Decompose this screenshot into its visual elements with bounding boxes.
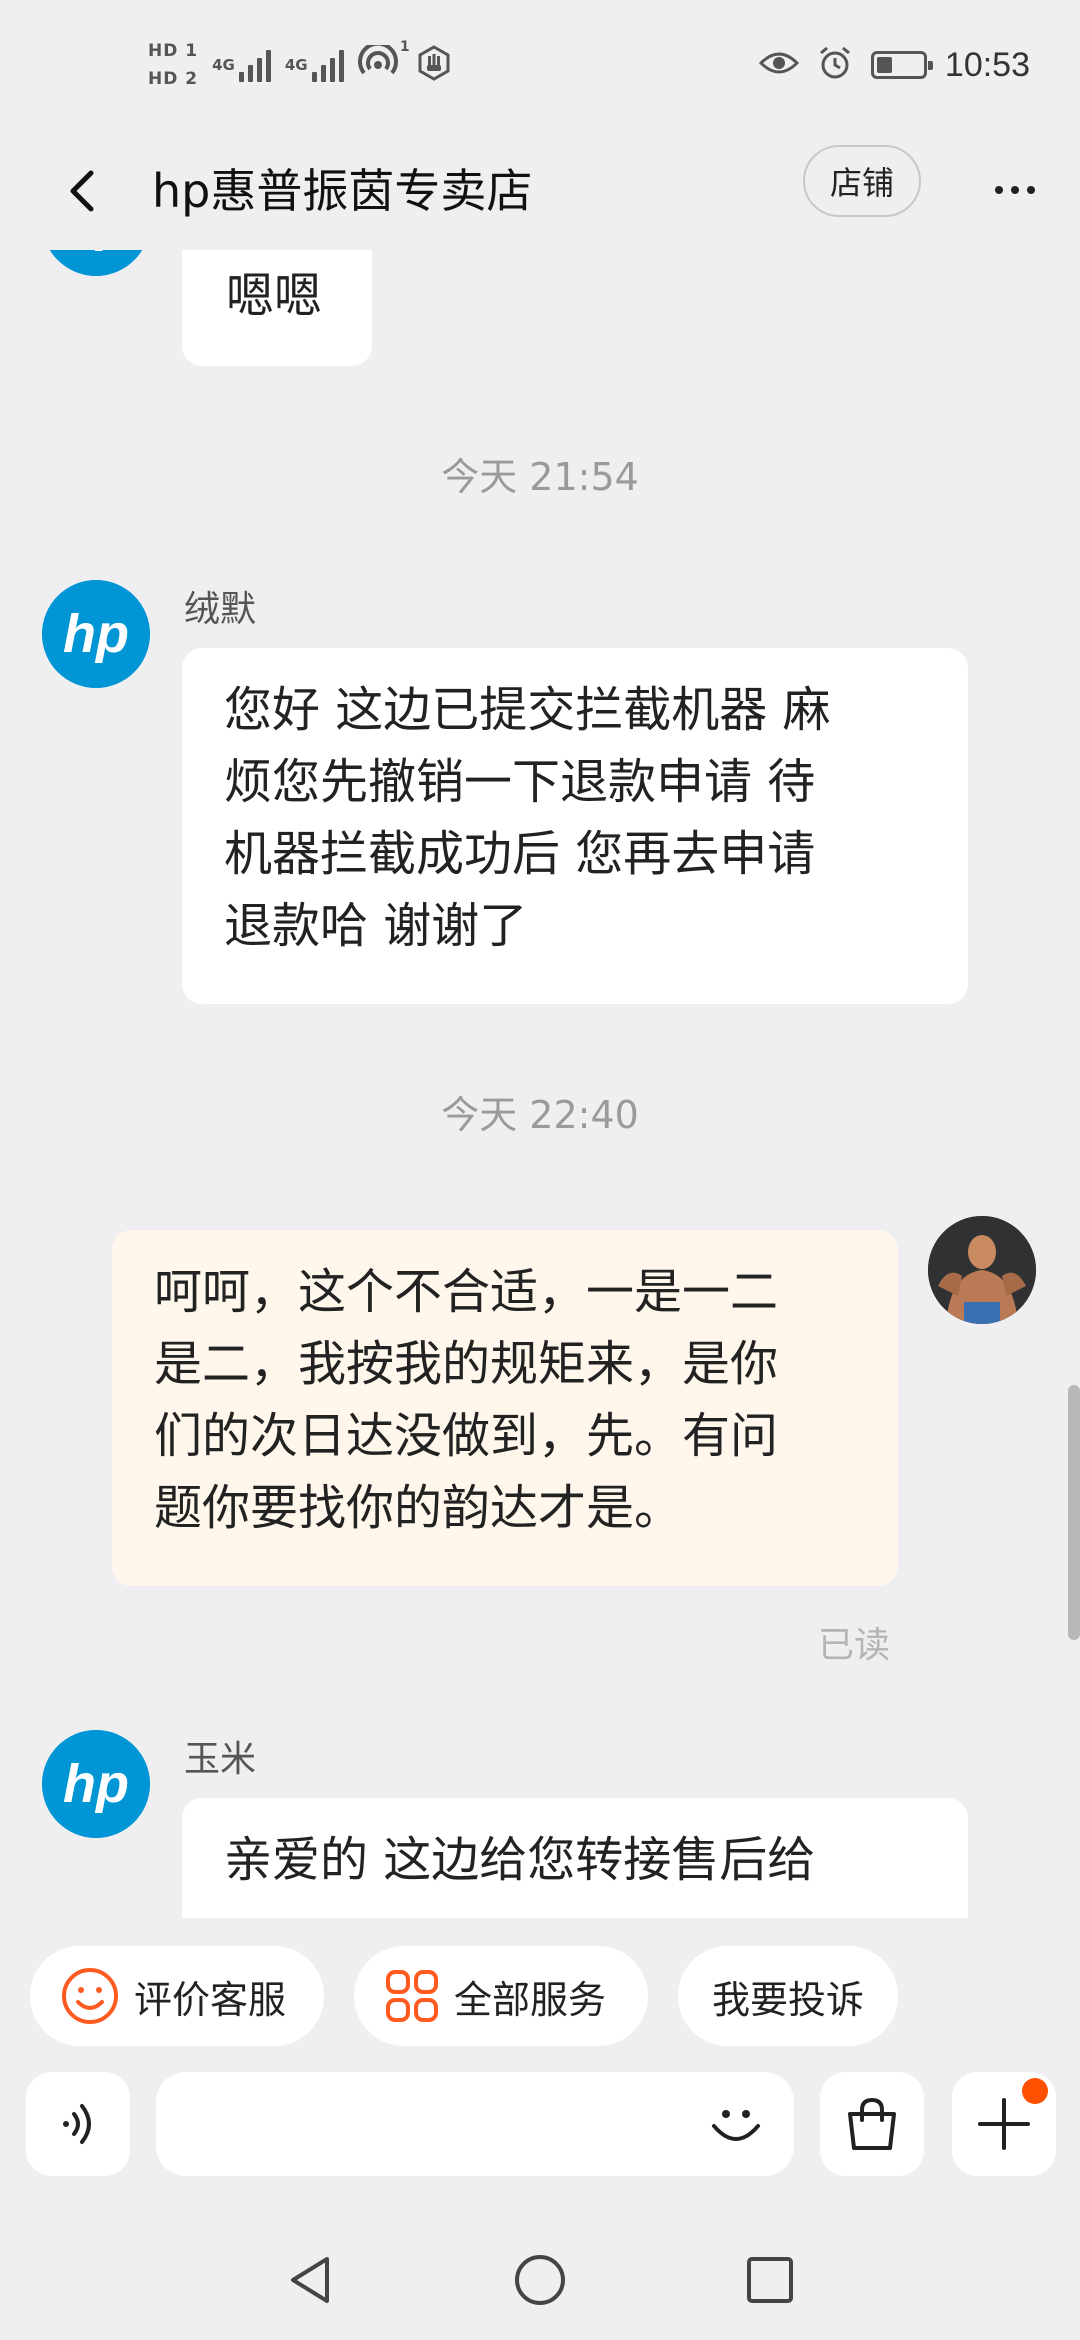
add-button[interactable]: [952, 2072, 1056, 2176]
dot-icon: [1027, 186, 1035, 194]
message-text: 嗯嗯: [226, 268, 323, 324]
chevron-left-icon: [70, 170, 94, 212]
status-time: 10:53: [944, 45, 1030, 84]
hotspot-icon: 1: [357, 39, 410, 85]
status-right-icons: 10:53: [758, 40, 1030, 90]
user-avatar[interactable]: [928, 1216, 1036, 1324]
voice-button[interactable]: [26, 2072, 130, 2176]
smile-icon: [62, 1968, 118, 2024]
hp-logo-avatar[interactable]: hp: [42, 250, 150, 276]
message-line: 亲爱的 这边给您转接售后给: [224, 1832, 816, 1888]
plus-icon: [978, 2098, 1030, 2150]
triangle-back-icon: [291, 2257, 329, 2303]
shopping-bag-button[interactable]: [820, 2072, 924, 2176]
message-input[interactable]: [156, 2072, 794, 2176]
alarm-icon: [817, 45, 853, 85]
quick-action-label: 我要投诉: [711, 1977, 864, 2022]
system-nav-bar: [0, 2220, 1080, 2340]
hp-logo-icon: hp: [42, 580, 150, 688]
eye-comfort-icon: [758, 49, 800, 81]
message-line: 呵呵，这个不合适，一是一二: [154, 1264, 779, 1320]
message-line: 您好 这边已提交拦截机器 麻: [224, 682, 831, 738]
store-button[interactable]: 店铺: [803, 145, 921, 217]
more-options-button[interactable]: [985, 160, 1045, 220]
smile-icon: [712, 2110, 760, 2141]
hd2-indicator: HD 2: [148, 69, 199, 89]
sender-name: 绒默: [184, 589, 257, 630]
message-line: 退款哈 谢谢了: [224, 898, 528, 954]
message-line: 题你要找你的韵达才是。: [154, 1480, 683, 1536]
chat-header: hp惠普振茵专卖店 店铺: [0, 135, 1080, 250]
signal-2-icon: 4G: [285, 48, 344, 82]
scrollbar-thumb[interactable]: [1068, 1385, 1080, 1640]
complaint-button[interactable]: 我要投诉: [678, 1946, 898, 2046]
nav-home-button[interactable]: [510, 2250, 570, 2310]
shopping-bag-icon: [848, 2097, 896, 2150]
hd-indicators: HD 1 HD 2: [148, 40, 198, 90]
square-recents-icon: [747, 2257, 793, 2303]
message-input-bar: [0, 2072, 1080, 2182]
sender-name: 玉米: [184, 1739, 257, 1780]
rate-service-button[interactable]: 评价客服: [30, 1946, 324, 2046]
svg-text:hp: hp: [63, 1754, 129, 1814]
message-line: 机器拦截成功后 您再去申请: [224, 826, 816, 882]
hand-icon: [416, 45, 452, 85]
quick-action-label: 全部服务: [454, 1977, 607, 2022]
status-left-icons: HD 1 HD 2 4G 4G 1: [148, 30, 452, 100]
hp-logo-icon: hp: [49, 250, 143, 276]
message-line: 是二，我按我的规矩来，是你: [154, 1336, 779, 1392]
hp-logo-avatar[interactable]: hp: [42, 1730, 150, 1838]
message-line: 烦您先撤销一下退款申请 待: [224, 754, 816, 810]
read-status: 已读: [818, 1625, 891, 1666]
grid-icon: [386, 1970, 438, 2022]
notification-dot: [1022, 2078, 1048, 2104]
message-bubble-sent[interactable]: 呵呵，这个不合适，一是一二 是二，我按我的规矩来，是你 们的次日达没做到，先。有…: [112, 1230, 898, 1586]
hp-logo-icon: hp: [42, 1730, 150, 1838]
nav-recents-button[interactable]: [740, 2250, 800, 2310]
battery-icon: [870, 51, 933, 79]
message-timestamp: 今天 22:40: [441, 1093, 639, 1137]
message-bubble-received[interactable]: 嗯嗯: [182, 250, 372, 366]
back-button[interactable]: [55, 161, 115, 221]
hp-logo-avatar[interactable]: hp: [42, 580, 150, 688]
chat-message-list[interactable]: hp 嗯嗯 今天 21:54 hp 绒默 您好 这边已提交拦截机器 麻 烦您先撤…: [0, 250, 1080, 1918]
hd1-indicator: HD 1: [148, 41, 199, 61]
nav-back-button[interactable]: [280, 2250, 340, 2310]
voice-icon: [63, 2104, 91, 2144]
user-photo-icon: [928, 1216, 1036, 1324]
signal-1-icon: 4G: [212, 48, 271, 82]
page-title: hp惠普振茵专卖店: [152, 164, 533, 218]
message-bubble-received[interactable]: 亲爱的 这边给您转接售后给: [182, 1798, 968, 1918]
message-line: 们的次日达没做到，先。有问: [154, 1408, 779, 1464]
dot-icon: [1011, 186, 1019, 194]
quick-action-label: 评价客服: [134, 1977, 287, 2022]
emoji-button[interactable]: [700, 2088, 772, 2160]
svg-text:hp: hp: [63, 250, 129, 252]
dot-icon: [995, 186, 1003, 194]
message-bubble-received[interactable]: 您好 这边已提交拦截机器 麻 烦您先撤销一下退款申请 待 机器拦截成功后 您再去…: [182, 648, 968, 1004]
all-services-button[interactable]: 全部服务: [354, 1946, 648, 2046]
svg-text:hp: hp: [63, 604, 129, 664]
status-bar: HD 1 HD 2 4G 4G 1 10:53: [0, 0, 1080, 135]
message-timestamp: 今天 21:54: [441, 455, 639, 499]
circle-home-icon: [515, 2255, 565, 2305]
